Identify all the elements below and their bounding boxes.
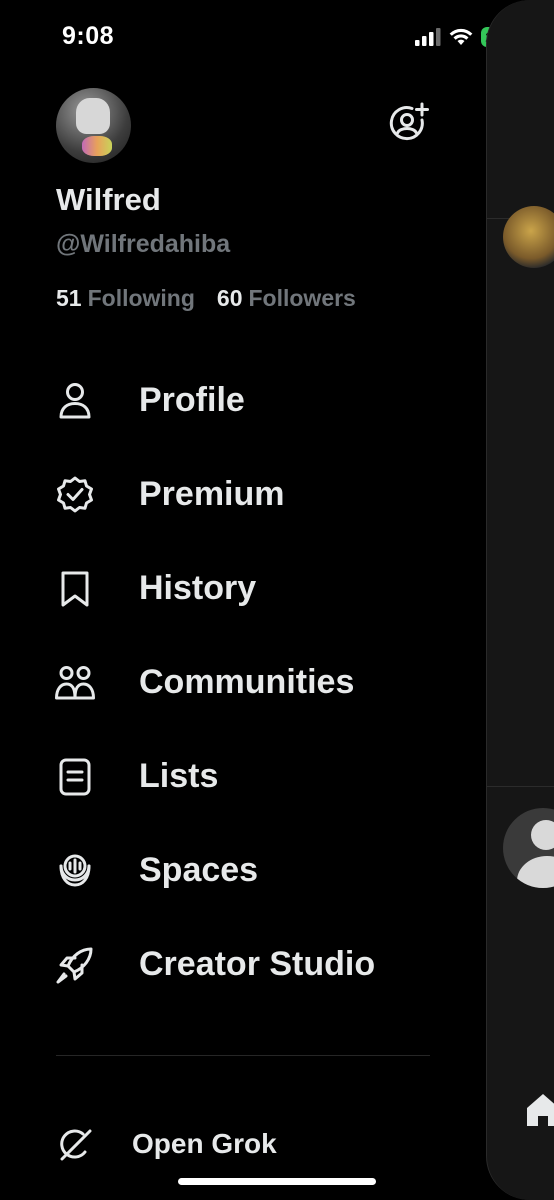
- followers-count: 60: [216, 285, 243, 311]
- side-drawer: Wilfred @Wilfredahiba 51 Following 60 Foll…: [0, 0, 486, 1200]
- feed-avatar-default[interactable]: [503, 808, 554, 888]
- following-link[interactable]: 51 Following: [56, 285, 195, 312]
- home-indicator[interactable]: [178, 1178, 376, 1185]
- screen: 9:08 25: [0, 0, 554, 1200]
- rocket-icon: [54, 944, 96, 986]
- menu-item-lists[interactable]: Lists: [0, 729, 486, 823]
- menu-item-label: Premium: [139, 475, 285, 513]
- add-account-icon[interactable]: [388, 102, 430, 144]
- open-grok-label: Open Grok: [132, 1128, 277, 1159]
- following-count: 51: [56, 285, 82, 311]
- feed-peek[interactable]: [486, 0, 554, 1200]
- list-icon: [54, 756, 96, 798]
- followers-link[interactable]: 60 Followers: [217, 285, 356, 312]
- followers-label: Followers: [248, 285, 356, 311]
- drawer-divider: [56, 1055, 430, 1056]
- menu-item-history[interactable]: History: [0, 541, 486, 635]
- avatar[interactable]: [56, 88, 131, 163]
- verified-badge-icon: [54, 474, 96, 516]
- person-icon: [54, 380, 96, 422]
- feed-avatar[interactable]: [503, 206, 554, 268]
- menu-item-label: Creator Studio: [139, 945, 376, 983]
- menu-item-label: Spaces: [139, 851, 259, 889]
- feed-divider: [487, 786, 554, 787]
- menu-item-creator-studio[interactable]: Creator Studio: [0, 917, 486, 1011]
- menu-item-label: Communities: [139, 663, 355, 701]
- display-name[interactable]: Wilfred: [56, 182, 161, 218]
- follow-stats: 51 Following 60 Followers: [56, 285, 356, 312]
- user-handle: @Wilfredahiba: [56, 230, 231, 258]
- grok-icon: [54, 1125, 94, 1165]
- menu-item-communities[interactable]: Communities: [0, 635, 486, 729]
- microphone-icon: [54, 850, 96, 892]
- menu-item-spaces[interactable]: Spaces: [0, 823, 486, 917]
- bookmark-icon: [54, 568, 96, 610]
- open-grok-button[interactable]: Open Grok: [0, 1118, 486, 1178]
- menu-item-label: History: [139, 569, 257, 607]
- home-icon[interactable]: [523, 1090, 554, 1130]
- following-label: Following: [87, 285, 195, 311]
- menu-item-profile[interactable]: Profile: [0, 353, 486, 447]
- menu-item-premium[interactable]: Premium: [0, 447, 486, 541]
- menu-item-label: Lists: [139, 757, 219, 795]
- people-icon: [54, 662, 96, 704]
- menu-item-label: Profile: [139, 381, 245, 419]
